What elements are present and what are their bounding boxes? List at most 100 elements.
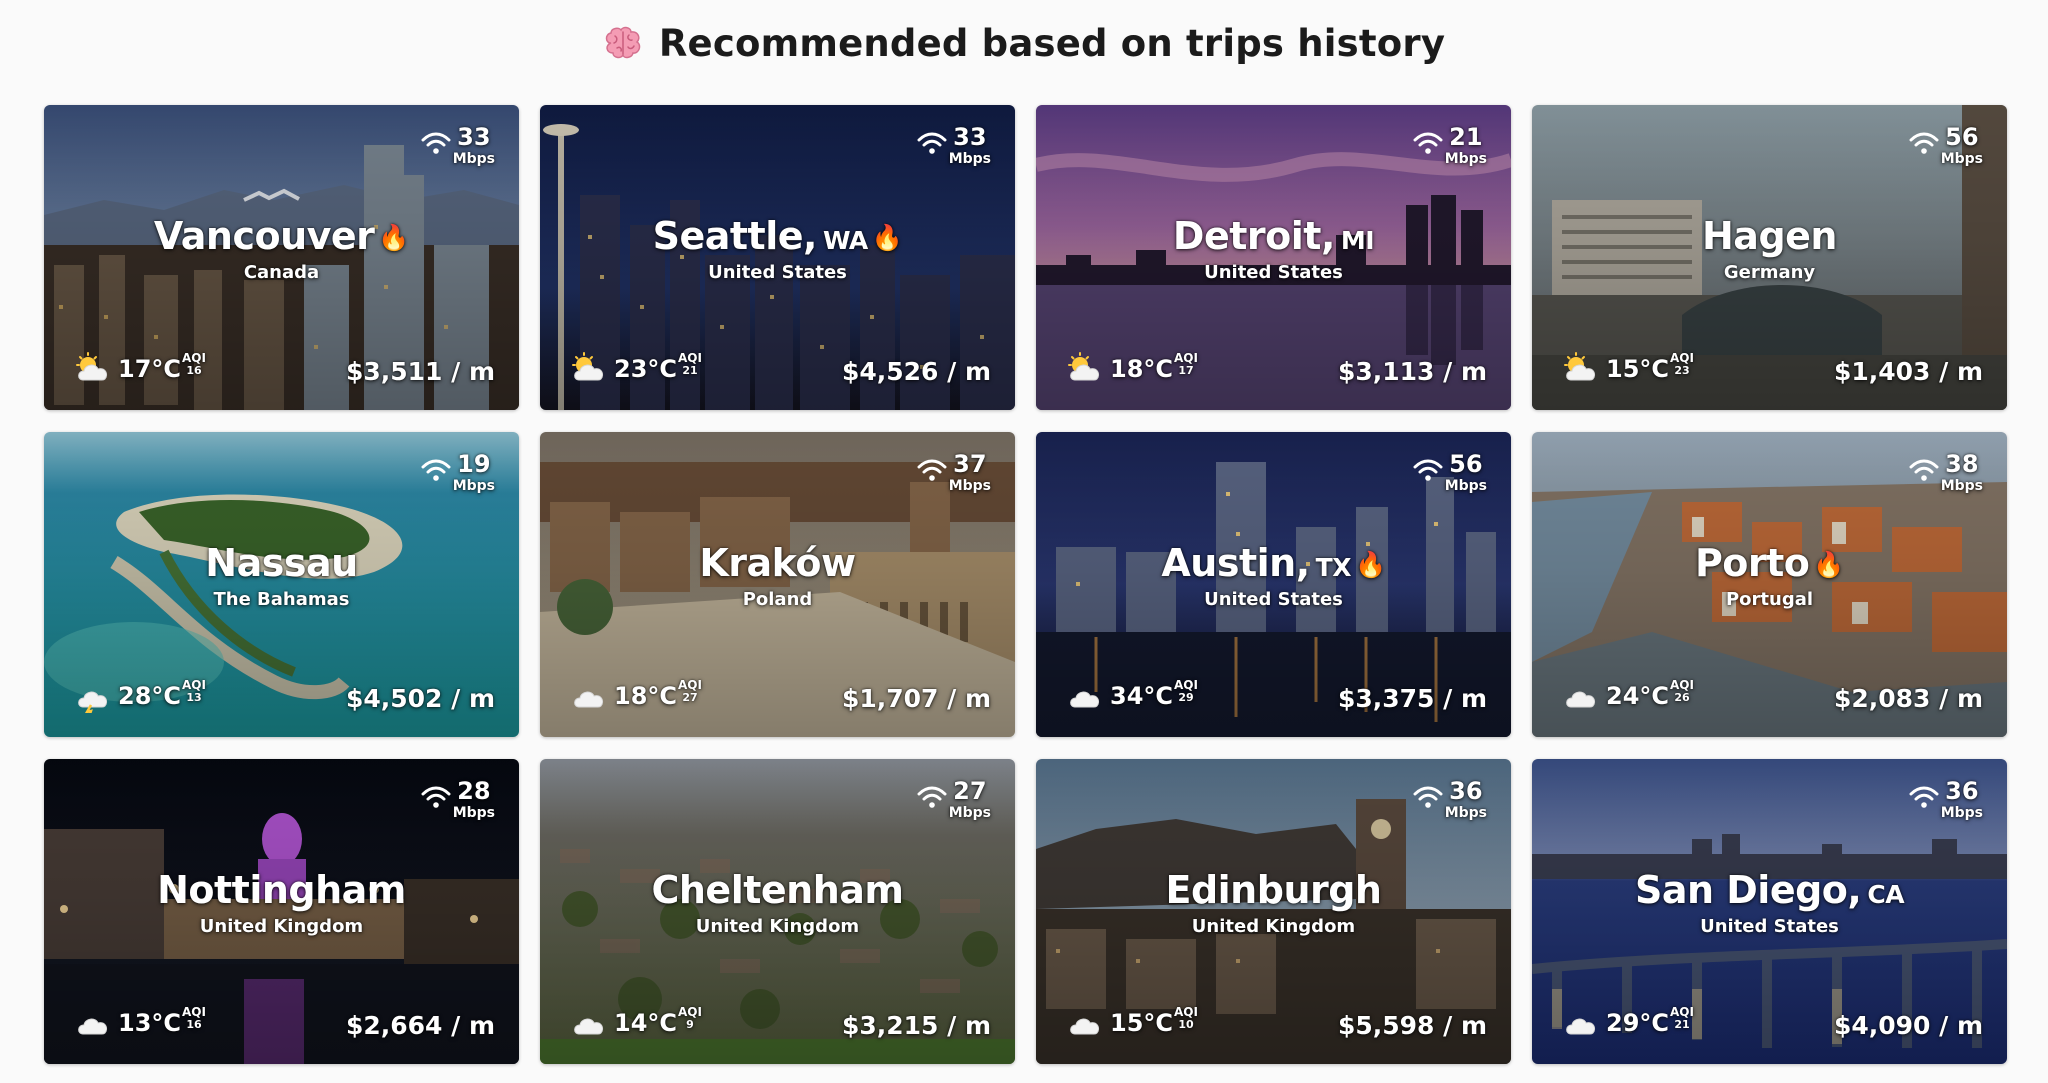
internet-speed-value: 38 <box>1945 450 1979 478</box>
cloud-icon <box>1070 691 1100 708</box>
aqi-label: AQI <box>1670 1005 1694 1019</box>
aqi-value: 26 <box>1674 691 1690 704</box>
internet-speed: 37 Mbps <box>917 452 991 493</box>
city-name: Austin, <box>1161 541 1310 585</box>
internet-speed-value: 33 <box>953 123 987 151</box>
internet-speed: 19 Mbps <box>421 452 495 493</box>
weather-info: 28°C AQI 13 <box>74 679 206 713</box>
city-card[interactable]: 28 Mbps Nottingham United Kingdom 13°C A… <box>44 759 519 1064</box>
aqi-label: AQI <box>678 678 702 692</box>
temperature: 34°C <box>1110 682 1174 710</box>
internet-speed-value: 28 <box>457 777 491 805</box>
monthly-cost: $1,403 / m <box>1833 357 1983 386</box>
country-name: United Kingdom <box>1191 916 1356 937</box>
recommendations-page: Recommended based on trips history 33 Mb… <box>0 0 2048 1083</box>
city-heading: Kraków Poland <box>540 544 1015 610</box>
wifi-icon <box>1909 459 1939 481</box>
monthly-cost: $5,598 / m <box>1337 1011 1487 1040</box>
sun-cloud-icon <box>572 352 604 381</box>
country-name: United States <box>1204 589 1343 610</box>
internet-speed-unit: Mbps <box>948 151 991 167</box>
air-quality: AQI 21 <box>1670 1006 1694 1030</box>
city-card[interactable]: 27 Mbps Cheltenham United Kingdom 14°C A… <box>540 759 1015 1064</box>
cloud-icon <box>1566 1018 1596 1035</box>
internet-speed-unit: Mbps <box>1940 478 1983 494</box>
city-name: Nottingham <box>157 868 406 912</box>
internet-speed: 36 Mbps <box>1909 779 1983 820</box>
flame-icon: 🔥 <box>1813 550 1845 579</box>
state-code: WA <box>822 226 868 255</box>
internet-speed-value: 36 <box>1945 777 1979 805</box>
aqi-value: 29 <box>1178 691 1194 704</box>
city-card[interactable]: 37 Mbps Kraków Poland 18°C AQI 27 $1,707… <box>540 432 1015 737</box>
internet-speed: 28 Mbps <box>421 779 495 820</box>
weather-info: 29°C AQI 21 <box>1562 1006 1694 1040</box>
city-card[interactable]: 19 Mbps Nassau The Bahamas 28°C AQI 13 $… <box>44 432 519 737</box>
city-card[interactable]: 56 Mbps Hagen Germany 15°C AQI 23 $1,403… <box>1532 105 2007 410</box>
city-name: Detroit, <box>1172 214 1335 258</box>
country-name: Germany <box>1723 262 1816 283</box>
air-quality: AQI 21 <box>678 352 702 376</box>
aqi-value: 13 <box>186 691 202 704</box>
city-heading: Austin, TX 🔥 United States <box>1036 544 1511 610</box>
city-name: Nassau <box>205 541 358 585</box>
country-name: United Kingdom <box>695 916 860 937</box>
flame-icon: 🔥 <box>1354 550 1386 579</box>
city-heading: Seattle, WA 🔥 United States <box>540 217 1015 283</box>
internet-speed-value: 36 <box>1449 777 1483 805</box>
wifi-icon <box>917 132 947 154</box>
city-name: Kraków <box>699 541 856 585</box>
aqi-label: AQI <box>1670 351 1694 365</box>
city-card[interactable]: 36 Mbps Edinburgh United Kingdom 15°C AQ… <box>1036 759 1511 1064</box>
city-card[interactable]: 38 Mbps Porto 🔥 Portugal 24°C AQI 26 $2,0… <box>1532 432 2007 737</box>
internet-speed-unit: Mbps <box>452 151 495 167</box>
internet-speed: 33 Mbps <box>421 125 495 166</box>
cloud-icon <box>78 1018 108 1035</box>
country-name: Canada <box>243 262 320 283</box>
aqi-label: AQI <box>1174 1005 1198 1019</box>
wifi-icon <box>421 786 451 808</box>
internet-speed-unit: Mbps <box>948 478 991 494</box>
wifi-icon <box>1413 132 1443 154</box>
city-name: San Diego, <box>1634 868 1862 912</box>
temperature: 15°C <box>1606 355 1670 383</box>
wifi-icon <box>1413 459 1443 481</box>
air-quality: AQI 16 <box>182 352 206 376</box>
city-heading: Hagen Germany <box>1532 217 2007 283</box>
monthly-cost: $3,215 / m <box>841 1011 991 1040</box>
wifi-icon <box>917 459 947 481</box>
internet-speed-value: 56 <box>1945 123 1979 151</box>
country-name: Portugal <box>1725 589 1814 610</box>
city-card[interactable]: 33 Mbps Seattle, WA 🔥 United States 23°C A… <box>540 105 1015 410</box>
temperature: 15°C <box>1110 1009 1174 1037</box>
country-name: The Bahamas <box>213 589 350 610</box>
city-name: Porto <box>1694 541 1810 585</box>
city-heading: Nassau The Bahamas <box>44 544 519 610</box>
city-card[interactable]: 36 Mbps San Diego, CA United States 29°C … <box>1532 759 2007 1064</box>
aqi-value: 27 <box>682 691 698 704</box>
country-name: United States <box>1204 262 1343 283</box>
cloud-icon <box>1070 1018 1100 1035</box>
country-name: United States <box>708 262 847 283</box>
aqi-label: AQI <box>182 351 206 365</box>
monthly-cost: $4,502 / m <box>345 684 495 713</box>
temperature: 23°C <box>614 355 678 383</box>
aqi-value: 9 <box>686 1018 694 1031</box>
aqi-value: 10 <box>1178 1018 1194 1031</box>
air-quality: AQI 23 <box>1670 352 1694 376</box>
city-card[interactable]: 33 Mbps Vancouver 🔥 Canada 17°C AQI 16 $3… <box>44 105 519 410</box>
air-quality: AQI 16 <box>182 1006 206 1030</box>
temperature: 28°C <box>118 682 182 710</box>
city-name: Seattle, <box>652 214 818 258</box>
aqi-label: AQI <box>678 1005 702 1019</box>
weather-info: 15°C AQI 10 <box>1066 1006 1198 1040</box>
city-card[interactable]: 56 Mbps Austin, TX 🔥 United States 34°C AQ… <box>1036 432 1511 737</box>
city-card[interactable]: 21 Mbps Detroit, MI United States 18°C AQ… <box>1036 105 1511 410</box>
monthly-cost: $4,090 / m <box>1833 1011 1983 1040</box>
city-heading: Nottingham United Kingdom <box>44 871 519 937</box>
temperature: 29°C <box>1606 1009 1670 1037</box>
city-heading: Detroit, MI United States <box>1036 217 1511 283</box>
weather-info: 13°C AQI 16 <box>74 1006 206 1040</box>
wifi-icon <box>1909 786 1939 808</box>
monthly-cost: $3,375 / m <box>1337 684 1487 713</box>
